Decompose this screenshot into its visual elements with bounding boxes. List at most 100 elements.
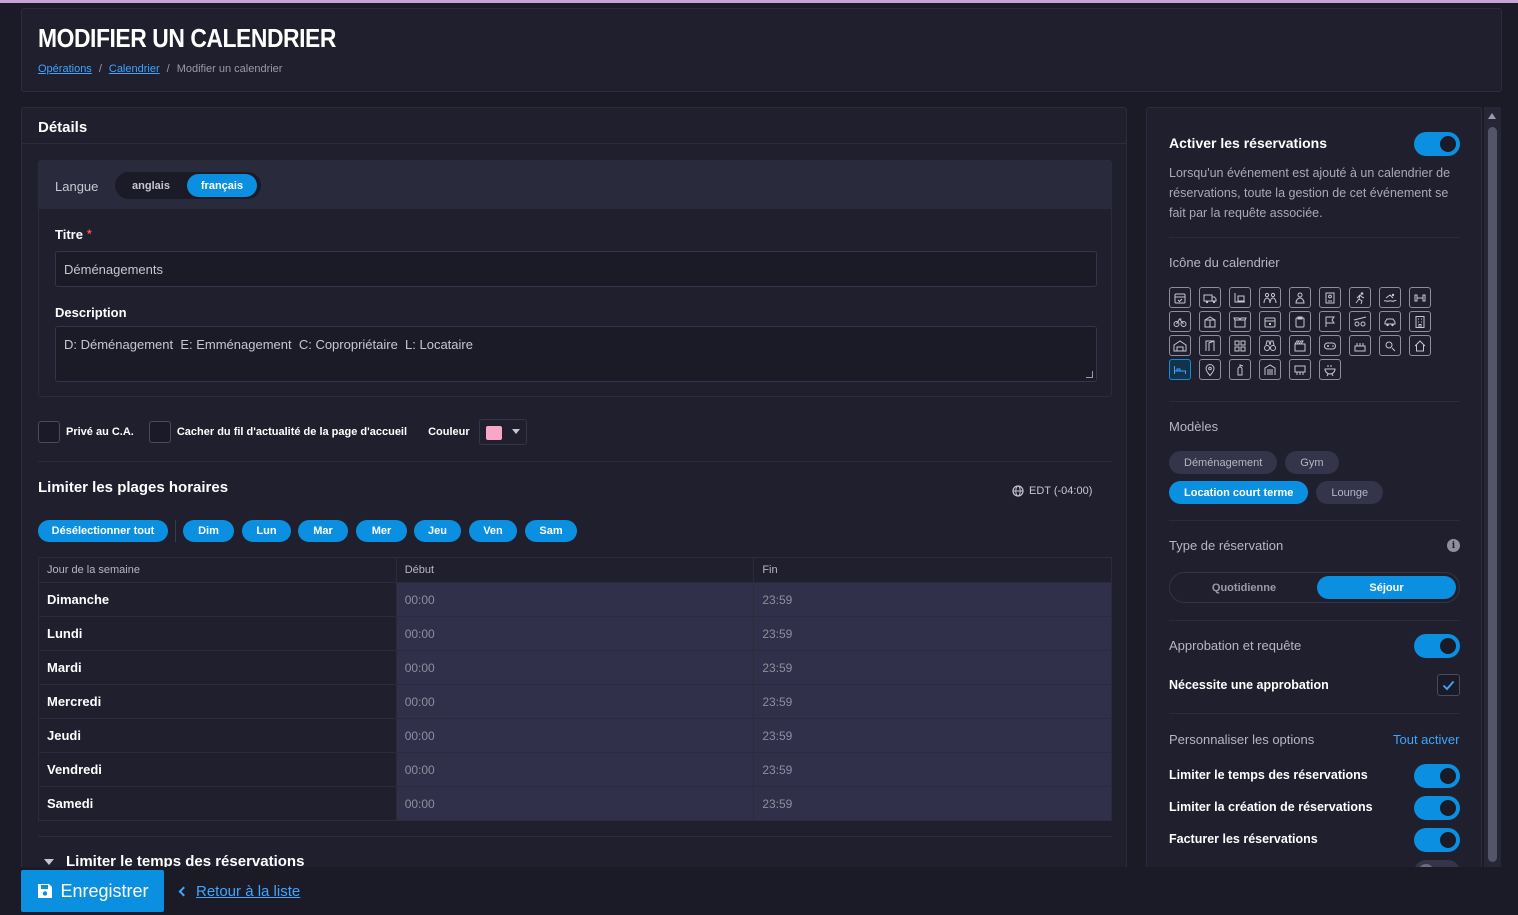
- scroll-up-icon[interactable]: [1488, 113, 1496, 119]
- bed-icon[interactable]: [1169, 359, 1191, 380]
- back-to-list-label: Retour à la liste: [196, 883, 301, 900]
- breadcrumb: Opérations / Calendrier / Modifier un ca…: [38, 63, 282, 75]
- approval-toggle[interactable]: [1414, 634, 1460, 658]
- end-time-input[interactable]: 23:59: [753, 650, 1112, 685]
- title-input[interactable]: Déménagements: [55, 251, 1097, 287]
- hide-feed-checkbox[interactable]: [148, 421, 171, 443]
- title-label-text: Titre: [55, 227, 83, 242]
- needs-approval-checkbox[interactable]: [1437, 674, 1460, 696]
- table-row: Mardi 00:00 23:59: [38, 650, 1112, 685]
- running-icon[interactable]: [1349, 287, 1371, 308]
- cinema-icon[interactable]: [1289, 335, 1311, 356]
- person-icon[interactable]: [1289, 287, 1311, 308]
- start-time-input[interactable]: 00:00: [396, 582, 755, 617]
- model-chip-moving[interactable]: Déménagement: [1169, 451, 1278, 474]
- start-time-input[interactable]: 00:00: [396, 684, 755, 719]
- elevator-icon[interactable]: [1319, 287, 1341, 308]
- car-icon[interactable]: [1379, 311, 1401, 332]
- bicycle-icon[interactable]: [1169, 311, 1191, 332]
- people-icon[interactable]: [1259, 287, 1281, 308]
- scrollbar-thumb[interactable]: [1488, 127, 1497, 862]
- shower-icon[interactable]: [1379, 335, 1401, 356]
- swimming-icon[interactable]: [1379, 287, 1401, 308]
- end-time-input[interactable]: 23:59: [753, 684, 1112, 719]
- day-pill-tuesday[interactable]: Mar: [298, 520, 348, 542]
- garage-icon[interactable]: [1169, 335, 1191, 356]
- open-box-icon[interactable]: [1229, 311, 1251, 332]
- end-time-input[interactable]: 23:59: [753, 718, 1112, 753]
- day-pill-wednesday[interactable]: Mer: [356, 520, 407, 542]
- dumbbell-icon[interactable]: [1409, 287, 1431, 308]
- timezone-indicator: EDT (-04:00): [1012, 485, 1092, 497]
- color-picker[interactable]: [478, 419, 527, 445]
- dolly-icon[interactable]: [1229, 287, 1251, 308]
- booking-type-daily[interactable]: Quotidienne: [1173, 576, 1315, 599]
- storage-icon[interactable]: [1259, 359, 1281, 380]
- building-icon[interactable]: [1409, 311, 1431, 332]
- day-pill-sunday[interactable]: Dim: [183, 520, 234, 542]
- booking-type-stay[interactable]: Séjour: [1317, 576, 1456, 599]
- limit-time-toggle[interactable]: [1414, 764, 1460, 788]
- divider: [1169, 401, 1460, 402]
- day-pill-friday[interactable]: Ven: [469, 520, 517, 542]
- model-chip-short-term-rental[interactable]: Location court terme: [1169, 481, 1309, 504]
- description-textarea[interactable]: D: Déménagement E: Emménagement C: Copro…: [55, 326, 1097, 382]
- home-icon[interactable]: [1409, 335, 1431, 356]
- start-time-input[interactable]: 00:00: [396, 786, 755, 821]
- day-pill-saturday[interactable]: Sam: [525, 520, 577, 542]
- enable-bookings-toggle[interactable]: [1414, 132, 1460, 156]
- sidebar-scrollbar[interactable]: [1484, 107, 1501, 867]
- language-label: Langue: [55, 179, 99, 194]
- deselect-all-button[interactable]: Désélectionner tout: [38, 520, 168, 542]
- caret-down-icon: [44, 858, 54, 865]
- end-time-input[interactable]: 23:59: [753, 582, 1112, 617]
- save-button[interactable]: Enregistrer: [21, 870, 164, 912]
- breadcrumb-calendar[interactable]: Calendrier: [109, 63, 160, 75]
- enable-all-link[interactable]: Tout activer: [1393, 732, 1459, 747]
- location-pin-icon[interactable]: [1199, 359, 1221, 380]
- day-pill-monday[interactable]: Lun: [242, 520, 291, 542]
- truck-icon[interactable]: [1199, 287, 1221, 308]
- back-to-list-link[interactable]: Retour à la liste: [178, 883, 301, 900]
- tent-icon[interactable]: [1289, 359, 1311, 380]
- info-icon[interactable]: i: [1447, 539, 1460, 552]
- start-time-input[interactable]: 00:00: [396, 650, 755, 685]
- calendar-day-icon[interactable]: [1259, 311, 1281, 332]
- end-time-input[interactable]: 23:59: [753, 616, 1112, 651]
- divider: [38, 461, 1112, 462]
- end-time-input[interactable]: 23:59: [753, 786, 1112, 821]
- box-icon[interactable]: [1199, 311, 1221, 332]
- breadcrumb-operations[interactable]: Opérations: [38, 63, 92, 75]
- language-option-french[interactable]: français: [187, 174, 257, 197]
- calendar-check-icon[interactable]: [1169, 287, 1191, 308]
- resize-handle[interactable]: [1086, 371, 1093, 378]
- customize-options-label: Personnaliser les options: [1169, 732, 1315, 747]
- model-chip-lounge[interactable]: Lounge: [1316, 481, 1384, 504]
- end-time-input[interactable]: 23:59: [753, 752, 1112, 787]
- start-time-input[interactable]: 00:00: [396, 718, 755, 753]
- private-checkbox[interactable]: [38, 421, 60, 443]
- fire-extinguisher-icon[interactable]: [1229, 359, 1251, 380]
- page-title: MODIFIER UN CALENDRIER: [38, 23, 336, 53]
- bike-rack-icon[interactable]: [1349, 311, 1371, 332]
- calendar-icon-grid: [1169, 287, 1431, 380]
- models-row-2: Location court terme Lounge: [1169, 481, 1384, 504]
- limit-creation-toggle[interactable]: [1414, 796, 1460, 820]
- model-chip-gym[interactable]: Gym: [1285, 451, 1339, 474]
- bbq-icon[interactable]: [1319, 359, 1341, 380]
- billing-toggle[interactable]: [1414, 828, 1460, 852]
- door-icon[interactable]: [1199, 335, 1221, 356]
- day-pill-thursday[interactable]: Jeu: [414, 520, 461, 542]
- start-time-input[interactable]: 00:00: [396, 752, 755, 787]
- day-cell: Lundi: [38, 616, 397, 651]
- footer-bar: Enregistrer Retour à la liste: [0, 867, 1518, 915]
- private-label: Privé au C.A.: [66, 426, 134, 438]
- flag-icon[interactable]: [1319, 311, 1341, 332]
- language-option-english[interactable]: anglais: [119, 174, 183, 197]
- game-controller-icon[interactable]: [1319, 335, 1341, 356]
- binoculars-icon[interactable]: [1259, 335, 1281, 356]
- cake-icon[interactable]: [1349, 335, 1371, 356]
- start-time-input[interactable]: 00:00: [396, 616, 755, 651]
- clipboard-icon[interactable]: [1289, 311, 1311, 332]
- grid-icon[interactable]: [1229, 335, 1251, 356]
